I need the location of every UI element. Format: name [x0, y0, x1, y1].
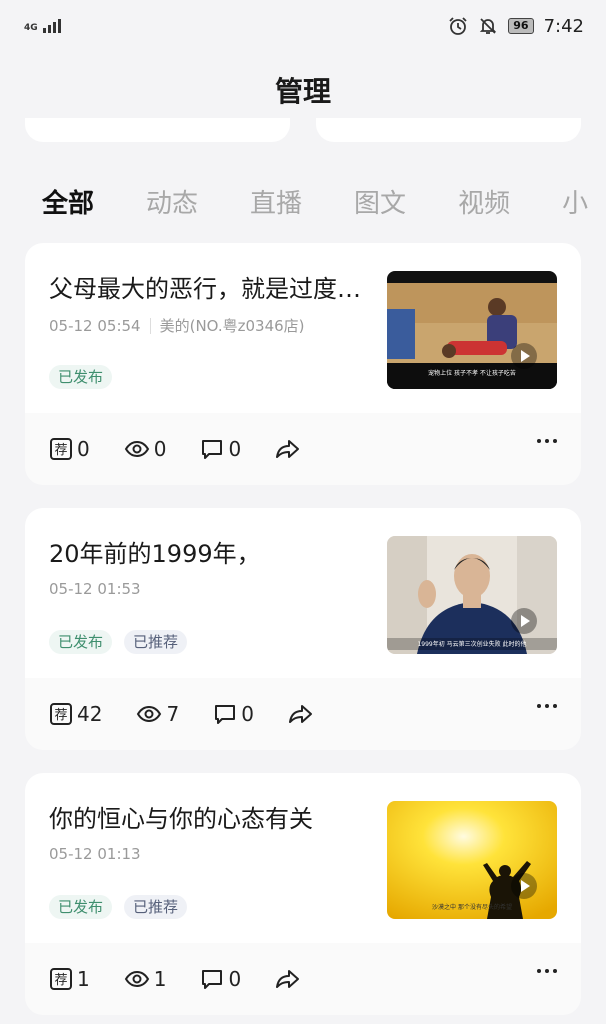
- view-count: 7: [166, 702, 180, 726]
- post-meta: 05-12 05:54 美的(NO.粤z0346店): [49, 315, 305, 336]
- share-action[interactable]: [288, 702, 318, 726]
- share-icon: [288, 705, 312, 723]
- more-icon[interactable]: [537, 704, 557, 708]
- recommend-action[interactable]: 荐 42: [49, 702, 102, 726]
- network-type: 4G: [24, 23, 38, 33]
- post-card[interactable]: 20年前的1999年， 05-12 01:53 已发布 已推荐 1999年初 马…: [25, 508, 581, 750]
- post-meta: 05-12 01:13: [49, 845, 141, 863]
- status-badge-published: 已发布: [49, 365, 113, 389]
- alarm-icon: [449, 17, 467, 35]
- views-action[interactable]: 0: [124, 437, 167, 461]
- video-thumbnail[interactable]: 宠物上位 孩子不孝 不让孩子吃苦: [387, 271, 557, 389]
- status-badge-published: 已发布: [49, 630, 113, 654]
- thumb-caption: 1999年初 马云第三次创业失败 此时的他: [417, 640, 526, 648]
- post-meta: 05-12 01:53: [49, 580, 141, 598]
- view-count: 0: [153, 437, 167, 461]
- status-badge-recommended: 已推荐: [124, 630, 188, 654]
- recommend-action[interactable]: 荐 1: [49, 967, 90, 991]
- summary-card-left[interactable]: [25, 118, 290, 142]
- page-title: 管理: [274, 75, 331, 108]
- recommend-count: 1: [77, 967, 90, 991]
- summary-card-right[interactable]: [316, 118, 581, 142]
- tab-more-partial[interactable]: 小: [536, 178, 606, 230]
- eye-icon: [124, 970, 149, 988]
- post-title: 20年前的1999年，: [49, 540, 261, 568]
- more-icon[interactable]: [537, 439, 557, 443]
- play-icon[interactable]: [511, 873, 537, 899]
- play-icon[interactable]: [511, 343, 537, 369]
- comment-icon: [202, 970, 223, 989]
- thumb-caption: 沙漠之中 那个没有尽头的希望: [432, 903, 512, 911]
- recommend-count: 0: [77, 437, 90, 461]
- tab-all[interactable]: 全部: [0, 178, 120, 230]
- status-badge-published: 已发布: [49, 895, 113, 919]
- post-date: 05-12 01:53: [49, 580, 141, 598]
- view-count: 1: [153, 967, 167, 991]
- recommend-count: 42: [77, 702, 103, 726]
- tab-dynamic[interactable]: 动态: [120, 178, 224, 230]
- post-date: 05-12 01:13: [49, 845, 141, 863]
- share-action[interactable]: [275, 437, 305, 461]
- post-title: 父母最大的恶行，就是过度…: [49, 275, 361, 303]
- svg-text:荐: 荐: [54, 973, 67, 988]
- comment-icon: [215, 705, 236, 724]
- views-action[interactable]: 7: [136, 702, 179, 726]
- svg-text:荐: 荐: [54, 708, 67, 723]
- share-icon: [276, 970, 300, 988]
- video-thumbnail[interactable]: 1999年初 马云第三次创业失败 此时的他: [387, 536, 557, 654]
- thumb-caption: 宠物上位 孩子不孝 不让孩子吃苦: [428, 369, 516, 377]
- recommend-icon: 荐: [50, 438, 72, 460]
- recommend-icon: 荐: [50, 703, 72, 725]
- post-card[interactable]: 你的恒心与你的心态有关 05-12 01:13 已发布 已推荐 沙漠之中 那个没…: [25, 773, 581, 1015]
- comment-count: 0: [228, 437, 242, 461]
- post-title: 你的恒心与你的心态有关: [49, 805, 313, 833]
- views-action[interactable]: 1: [124, 967, 167, 991]
- eye-icon: [124, 440, 149, 458]
- post-card[interactable]: 父母最大的恶行，就是过度… 05-12 05:54 美的(NO.粤z0346店)…: [25, 243, 581, 485]
- comments-action[interactable]: 0: [200, 437, 241, 461]
- more-icon[interactable]: [537, 969, 557, 973]
- share-action[interactable]: [275, 967, 305, 991]
- category-tabs: 全部 动态 直播 图文 视频 小: [0, 178, 606, 230]
- recommend-icon: 荐: [50, 968, 72, 990]
- play-icon[interactable]: [511, 608, 537, 634]
- status-time: 7:42: [543, 15, 584, 37]
- comment-count: 0: [228, 967, 242, 991]
- signal-icon: 4G: [24, 19, 61, 33]
- video-thumbnail[interactable]: 沙漠之中 那个没有尽头的希望: [387, 801, 557, 919]
- comments-action[interactable]: 0: [213, 702, 254, 726]
- eye-icon: [137, 705, 162, 723]
- battery-indicator: 96: [508, 18, 534, 34]
- tab-video[interactable]: 视频: [432, 178, 536, 230]
- recommend-action[interactable]: 荐 0: [49, 437, 90, 461]
- tab-article[interactable]: 图文: [328, 178, 432, 230]
- comment-count: 0: [241, 702, 254, 726]
- status-bar: 4G 96 7:42: [0, 0, 606, 52]
- post-store: 美的(NO.粤z0346店): [159, 317, 305, 335]
- status-badge-recommended: 已推荐: [124, 895, 188, 919]
- comment-icon: [202, 440, 223, 459]
- svg-text:荐: 荐: [54, 443, 67, 458]
- mute-bell-icon: [480, 18, 497, 34]
- share-icon: [276, 440, 300, 458]
- post-date: 05-12 05:54: [49, 316, 141, 335]
- tab-live[interactable]: 直播: [224, 178, 328, 230]
- comments-action[interactable]: 0: [200, 967, 241, 991]
